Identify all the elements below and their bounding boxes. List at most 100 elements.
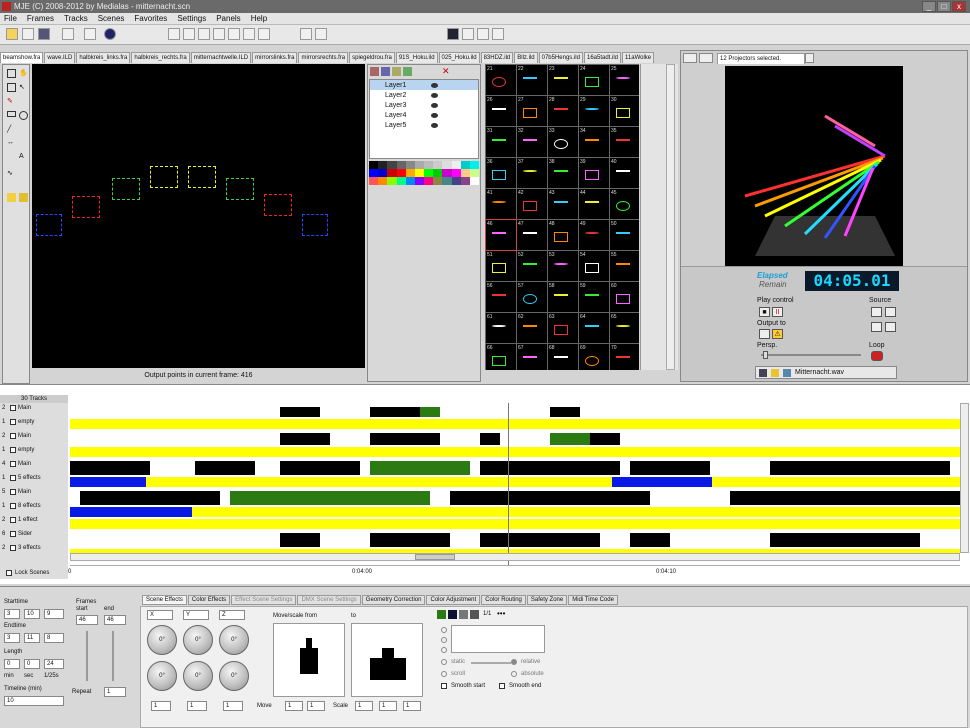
wave-effect-icon[interactable]: [470, 610, 479, 619]
frame-tab[interactable]: halbkreis_rechts.fra: [131, 52, 190, 63]
frame-thumbnail[interactable]: 42: [517, 189, 547, 219]
effect-radio-1[interactable]: [441, 627, 447, 633]
frame-thumbnail[interactable]: 22: [517, 65, 547, 95]
palette-swatch[interactable]: [405, 161, 415, 169]
rotate2-z-dial[interactable]: 0°: [219, 661, 249, 691]
delete-icon[interactable]: [183, 28, 195, 40]
audio-pointer-icon[interactable]: [759, 368, 767, 377]
rotate2-x-dial[interactable]: 0°: [147, 661, 177, 691]
3d-preview-canvas[interactable]: [725, 66, 903, 266]
x-axis-select[interactable]: X: [147, 610, 173, 620]
static-radio[interactable]: [441, 659, 447, 665]
frame-tab[interactable]: halbkreis_links.fra: [76, 52, 131, 63]
palette-swatch[interactable]: [387, 169, 397, 177]
grid-scrollbar[interactable]: [666, 64, 675, 370]
effect-tab[interactable]: Color Adjustment: [426, 595, 481, 605]
color-palette[interactable]: [369, 161, 479, 185]
frames-start-input[interactable]: 46: [76, 615, 98, 625]
palette-swatch[interactable]: [460, 177, 470, 185]
menu-frames[interactable]: Frames: [27, 13, 54, 24]
layer-row[interactable]: Layer2: [370, 90, 478, 100]
effect-tab[interactable]: Color Effects: [187, 595, 231, 605]
layer-row[interactable]: Layer5: [370, 120, 478, 130]
frame-thumbnail[interactable]: 53: [548, 251, 578, 281]
palette-swatch[interactable]: [433, 169, 443, 177]
track-lane[interactable]: [70, 433, 960, 445]
effect-tab[interactable]: Safety Zone: [526, 595, 568, 605]
projector-next-button[interactable]: [699, 53, 713, 63]
timeline-icon[interactable]: [492, 28, 504, 40]
move-y-input[interactable]: 1: [307, 701, 325, 711]
scene-block[interactable]: [480, 533, 600, 547]
layer-copy-icon[interactable]: [403, 67, 412, 76]
frame-thumbnail[interactable]: 41: [486, 189, 516, 219]
frame-thumbnail[interactable]: 62: [517, 313, 547, 343]
layer-row[interactable]: Layer3: [370, 100, 478, 110]
rotate-x-dial[interactable]: 0°: [147, 625, 177, 655]
eye-icon[interactable]: [431, 92, 438, 98]
menu-settings[interactable]: Settings: [177, 13, 206, 24]
frame-thumbnail[interactable]: 21: [486, 65, 516, 95]
frame-thumbnail[interactable]: 24: [579, 65, 609, 95]
eye-icon[interactable]: [431, 112, 438, 118]
scale-y-input[interactable]: 1: [379, 701, 397, 711]
frame-thumbnail[interactable]: 43: [548, 189, 578, 219]
frame-thumbnail[interactable]: 54: [579, 251, 609, 281]
frame-thumbnail[interactable]: 65: [610, 313, 639, 343]
scale-x-input[interactable]: 1: [355, 701, 373, 711]
frame-tab[interactable]: 16a5tadt.ild: [583, 52, 622, 63]
open-icon[interactable]: [22, 28, 34, 40]
frame-thumbnail[interactable]: 49: [579, 220, 609, 250]
maximize-button[interactable]: □: [937, 1, 951, 12]
audio-file-bar[interactable]: Mitternacht.wav: [755, 366, 897, 379]
frame-tab[interactable]: 11aWolke: [622, 52, 655, 63]
length-min-input[interactable]: 0: [4, 659, 20, 669]
eye-icon[interactable]: [431, 102, 438, 108]
scene-block[interactable]: [280, 407, 320, 417]
color-tool-icon[interactable]: [19, 193, 28, 202]
effect-preview-box[interactable]: [451, 625, 545, 653]
fill-tool-icon[interactable]: [7, 193, 16, 202]
projector-icon[interactable]: [477, 28, 489, 40]
y-axis-select[interactable]: Y: [183, 610, 209, 620]
text-tool-icon[interactable]: A: [19, 153, 28, 162]
palette-swatch[interactable]: [451, 177, 461, 185]
palette-swatch[interactable]: [378, 169, 388, 177]
scene-block[interactable]: [420, 407, 440, 417]
effects-icon[interactable]: [228, 28, 240, 40]
frame-tab[interactable]: 07b5Hengs.ild: [538, 52, 583, 63]
rotate2-y-dial[interactable]: 0°: [183, 661, 213, 691]
scene-block[interactable]: [280, 461, 360, 475]
frame-thumbnail[interactable]: 59: [579, 282, 609, 312]
palette-swatch[interactable]: [451, 161, 461, 169]
start-sec-input[interactable]: 10: [24, 609, 40, 619]
frame-tab[interactable]: mitternachtwelle.ILD: [190, 52, 252, 63]
lock-scenes-checkbox[interactable]: [6, 570, 12, 576]
frame-thumbnail[interactable]: 40: [610, 158, 639, 188]
scene-block[interactable]: [370, 433, 440, 445]
scene-block[interactable]: [70, 477, 146, 487]
time-ruler[interactable]: 0 0:04:00 0:04:10: [68, 565, 960, 581]
palette-swatch[interactable]: [424, 161, 434, 169]
palette-swatch[interactable]: [396, 177, 406, 185]
palette-swatch[interactable]: [369, 161, 379, 169]
frame-thumbnail[interactable]: 44: [579, 189, 609, 219]
frame-thumbnail[interactable]: 51: [486, 251, 516, 281]
frame-thumbnail[interactable]: 33: [548, 127, 578, 157]
scene-block[interactable]: [70, 507, 192, 517]
frame-thumbnail[interactable]: 31: [486, 127, 516, 157]
frame-tab[interactable]: mirrorsrechts.fra: [298, 52, 349, 63]
new-icon[interactable]: [6, 28, 18, 40]
timeline-hscrollbar[interactable]: [70, 553, 960, 561]
line-tool-icon[interactable]: ╱: [7, 125, 16, 134]
wave-tool-icon[interactable]: ∿: [7, 169, 16, 178]
frame-tab[interactable]: beamshow.fra: [0, 52, 44, 63]
frame-thumbnail[interactable]: 47: [517, 220, 547, 250]
frame-thumbnail[interactable]: 63: [548, 313, 578, 343]
frame-thumbnail[interactable]: 56: [486, 282, 516, 312]
scene-block[interactable]: [280, 433, 330, 445]
palette-swatch[interactable]: [460, 161, 470, 169]
move-from-preview[interactable]: [273, 623, 345, 697]
scene-block[interactable]: [80, 491, 220, 505]
z-axis-select[interactable]: Z: [219, 610, 245, 620]
